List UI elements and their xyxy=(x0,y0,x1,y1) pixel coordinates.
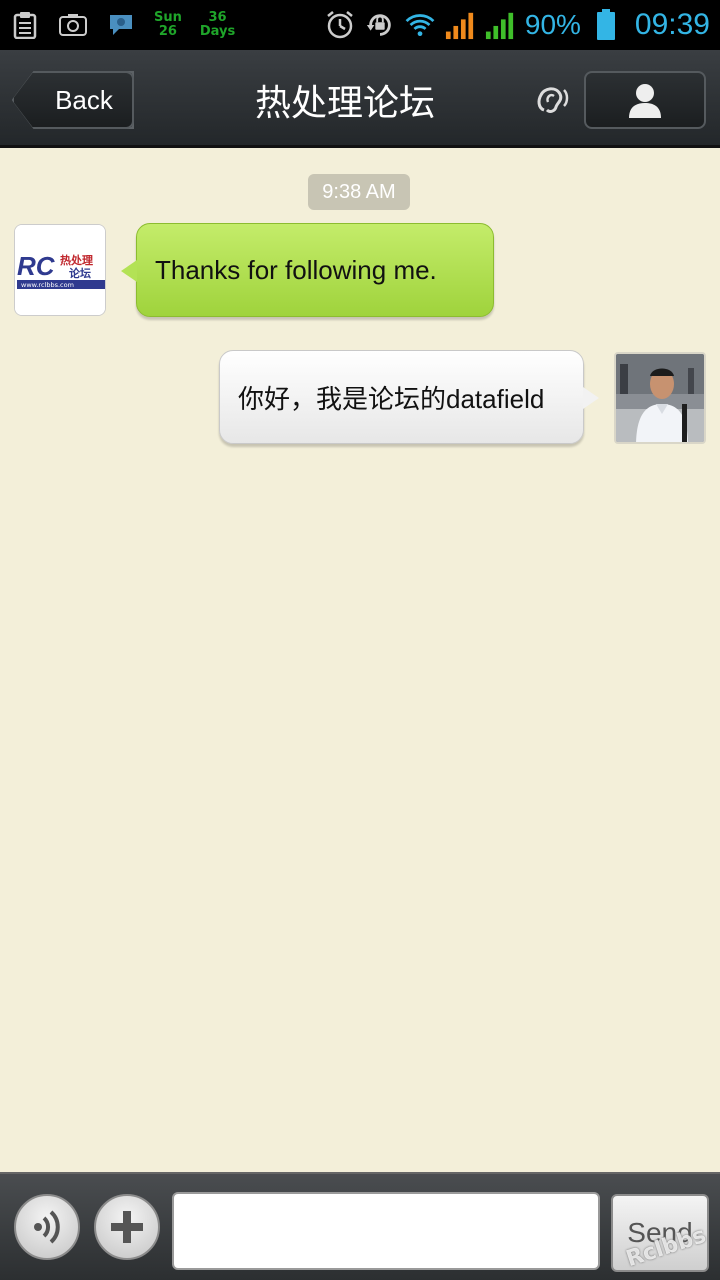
camera-icon xyxy=(58,10,88,40)
add-button[interactable] xyxy=(94,1194,160,1260)
incoming-message-bubble[interactable]: Thanks for following me. xyxy=(121,223,494,317)
date-label: 26 xyxy=(158,24,177,39)
message-timestamp: 9:38 AM xyxy=(308,174,410,210)
status-bar: Sun 26 36 Days 90% 09:39 xyxy=(0,0,720,50)
calendar-widget: Sun 26 xyxy=(154,11,182,39)
page-title: 热处理论坛 xyxy=(254,83,435,124)
chat-area[interactable]: 9:38 AM RC 热处理 论坛 www.rclbbs.com Thanks … xyxy=(0,148,720,1172)
title-bar: Back 热处理论坛 xyxy=(0,50,720,148)
forum-logo: RC 热处理 论坛 www.rclbbs.com xyxy=(15,225,105,315)
plus-icon xyxy=(111,1211,143,1243)
countdown-widget: 36 Days xyxy=(200,11,235,39)
ear-icon[interactable] xyxy=(532,80,576,120)
battery-icon xyxy=(591,9,621,40)
chat-notification-icon xyxy=(106,10,136,40)
user-photo xyxy=(616,354,704,442)
logo-url: www.rclbbs.com xyxy=(21,281,74,289)
battery-percent: 90% xyxy=(524,9,581,40)
signal-icon-green xyxy=(485,10,515,40)
alarm-icon xyxy=(325,10,355,40)
rotation-lock-icon xyxy=(365,10,395,40)
day-label: Sun xyxy=(154,10,182,25)
back-button[interactable]: Back xyxy=(12,71,134,129)
voice-button[interactable] xyxy=(14,1194,80,1260)
wifi-icon xyxy=(405,10,435,40)
voice-icon xyxy=(34,1210,60,1244)
logo-letters: RC xyxy=(17,251,56,281)
user-avatar[interactable] xyxy=(614,352,706,444)
signal-icon-orange xyxy=(445,10,475,40)
forum-avatar[interactable]: RC 热处理 论坛 www.rclbbs.com xyxy=(14,224,106,316)
countdown-unit: Days xyxy=(199,24,236,39)
person-icon xyxy=(629,84,661,118)
input-bar: Send xyxy=(0,1172,720,1280)
clipboard-icon xyxy=(10,10,40,40)
outgoing-message-bubble[interactable]: 你好，我是论坛的datafield xyxy=(219,350,599,444)
clock: 09:39 xyxy=(634,8,710,41)
message-input[interactable] xyxy=(172,1192,600,1270)
countdown-number: 36 xyxy=(208,10,227,25)
logo-cn-line1: 热处理 xyxy=(60,253,93,267)
profile-button[interactable] xyxy=(584,71,706,129)
logo-cn-line2: 论坛 xyxy=(69,266,91,280)
